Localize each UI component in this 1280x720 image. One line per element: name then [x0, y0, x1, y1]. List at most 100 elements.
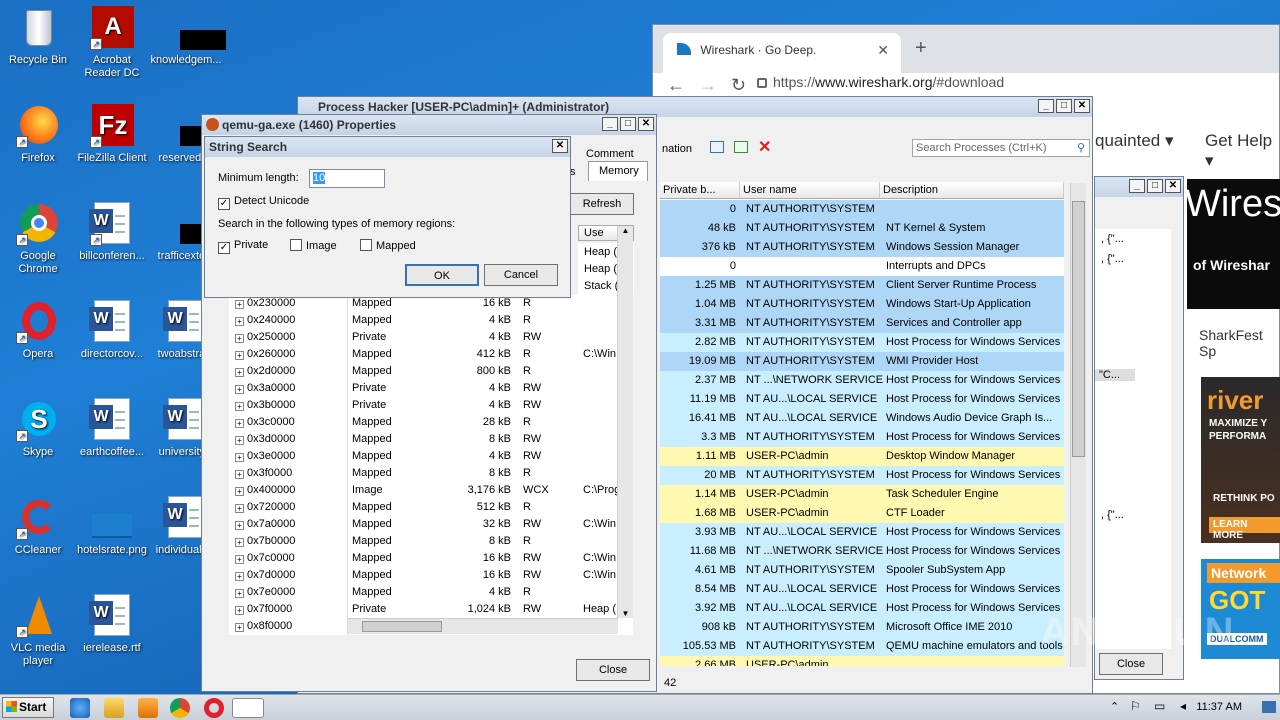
memory-row[interactable]: +0x3b0000 Private 4 kB RW [229, 397, 633, 414]
process-row[interactable]: 3.93 MB NT AU...\LOCAL SERVICE Host Proces… [660, 523, 1064, 542]
desktop-icon-opera[interactable]: ↗ Opera [0, 300, 76, 361]
maximize-button[interactable]: □ [1056, 99, 1072, 113]
process-row[interactable]: 3.92 MB NT AU...\LOCAL SERVICE Host Proces… [660, 599, 1064, 618]
tab-memory[interactable]: Memory [588, 161, 648, 181]
process-row[interactable]: 2.66 MB USER-PC\admin [660, 656, 1064, 666]
process-row[interactable]: 0 NT AUTHORITY\SYSTEM [660, 200, 1064, 219]
image-checkbox[interactable]: Image [290, 239, 337, 252]
desktop-icon-acrobat[interactable]: A ↗ Acrobat Reader DC [74, 6, 150, 80]
show-hidden-icons-icon[interactable]: ⌃ [1110, 700, 1119, 713]
process-row[interactable]: 105.53 MB NT AUTHORITY\SYSTEM QEMU machine… [660, 637, 1064, 656]
memory-list-hscrollbar[interactable] [348, 618, 618, 634]
opera-taskbar-icon[interactable] [204, 698, 224, 718]
memory-row[interactable]: +0x720000 Mapped 512 kB R [229, 499, 633, 516]
find-window-icon[interactable] [734, 141, 748, 153]
volume-icon[interactable]: ◂ [1180, 699, 1186, 713]
start-button[interactable]: Start [2, 697, 54, 718]
desktop-icon-knowledgem[interactable]: knowledgem... [148, 6, 226, 67]
process-row[interactable]: 0 Interrupts and DPCs [660, 257, 1064, 276]
minimize-button[interactable]: _ [602, 117, 618, 131]
process-row[interactable]: 4.61 MB NT AUTHORITY\SYSTEM Spooler SubSys… [660, 561, 1064, 580]
memory-row[interactable]: +0x3a0000 Private 4 kB RW [229, 380, 633, 397]
process-row[interactable]: 376 kB NT AUTHORITY\SYSTEM Windows Session… [660, 238, 1064, 257]
process-row[interactable]: 2.82 MB NT AUTHORITY\SYSTEM Host Process f… [660, 333, 1064, 352]
desktop-icon-filezilla[interactable]: Fz ↗ FileZilla Client [74, 104, 150, 165]
process-row[interactable]: 20 MB NT AUTHORITY\SYSTEM Host Process for… [660, 466, 1064, 485]
mapped-checkbox[interactable]: Mapped [360, 239, 416, 252]
process-row[interactable]: 8.54 MB NT AU...\LOCAL SERVICE Host Proces… [660, 580, 1064, 599]
detect-unicode-checkbox[interactable]: ✓ Detect Unicode [218, 195, 309, 210]
riverbed-ad[interactable]: river MAXIMIZE Y PERFORMA RETHINK PO LEAR… [1201, 377, 1280, 543]
close-button[interactable]: ✕ [1165, 179, 1181, 193]
memory-row[interactable]: +0x2d0000 Mapped 800 kB R [229, 363, 633, 380]
process-row[interactable]: 3.31 MB NT AUTHORITY\SYSTEM Services and C… [660, 314, 1064, 333]
toolbar-information-button[interactable]: nation [662, 143, 692, 155]
desktop-icon-recycle-bin[interactable]: Recycle Bin [0, 6, 76, 67]
nav-get-help[interactable]: Get Help ▾ [1205, 131, 1280, 171]
memory-row[interactable]: +0x7b0000 Mapped 8 kB R [229, 533, 633, 550]
back-arrow-icon[interactable]: ← [667, 75, 685, 96]
memory-row[interactable]: +0x3d0000 Mapped 8 kB RW [229, 431, 633, 448]
process-row[interactable]: 19.09 MB NT AUTHORITY\SYSTEM WMI Provider … [660, 352, 1064, 371]
window-icon[interactable] [710, 141, 724, 153]
ok-button[interactable]: OK [405, 264, 479, 286]
memory-row[interactable]: +0x260000 Mapped 412 kB R C:\Win [229, 346, 633, 363]
close-button[interactable]: ✕ [1074, 99, 1090, 113]
close-button[interactable]: Close [1099, 653, 1163, 675]
tab-comment[interactable]: Comment [586, 148, 634, 160]
desktop-icon-vlc[interactable]: ↗ VLC media player [0, 594, 76, 668]
memory-row[interactable]: +0x7e0000 Mapped 4 kB R [229, 584, 633, 601]
process-row[interactable]: 1.04 MB NT AUTHORITY\SYSTEM Windows Start-… [660, 295, 1064, 314]
file-explorer-icon[interactable] [104, 698, 124, 718]
memory-row[interactable]: +0x7f0000 Private 1,024 kB RW Heap (I [229, 601, 633, 618]
memory-row[interactable]: +0x240000 Mapped 4 kB R [229, 312, 633, 329]
tab-close-icon[interactable]: ✕ [877, 42, 889, 59]
show-desktop-icon[interactable] [1262, 701, 1276, 713]
column-description[interactable]: Description [880, 182, 1064, 199]
memory-row[interactable]: +0x3f0000 Mapped 8 kB R [229, 465, 633, 482]
media-player-icon[interactable] [138, 698, 158, 718]
minimize-button[interactable]: _ [1129, 179, 1145, 193]
memory-row[interactable]: +0x7c0000 Mapped 16 kB RW C:\Win [229, 550, 633, 567]
close-button[interactable]: ✕ [638, 117, 654, 131]
desktop-icon-ccleaner[interactable]: ↗ CCleaner [0, 496, 76, 557]
process-row[interactable]: 1.68 MB USER-PC\admin CTF Loader [660, 504, 1064, 523]
process-row[interactable]: 11.19 MB NT AU...\LOCAL SERVICE Host Proce… [660, 390, 1064, 409]
process-row[interactable]: 11.68 MB NT ...\NETWORK SERVICE Host Proce… [660, 542, 1064, 561]
close-button[interactable]: ✕ [552, 139, 568, 153]
desktop-icon-google-chrome[interactable]: ↗ Google Chrome [0, 202, 76, 276]
chrome-taskbar-icon[interactable] [170, 698, 190, 718]
min-length-input[interactable]: 10 [309, 169, 385, 188]
clock[interactable]: 11:37 AM [1196, 701, 1242, 713]
memory-row[interactable]: +0x400000 Image 3,176 kB WCX C:\Prog [229, 482, 633, 499]
process-row[interactable]: 2.37 MB NT ...\NETWORK SERVICE Host Proces… [660, 371, 1064, 390]
new-tab-button[interactable]: + [915, 37, 927, 60]
reload-icon[interactable]: ↻ [731, 75, 746, 96]
maximize-button[interactable]: □ [1147, 179, 1163, 193]
private-checkbox[interactable]: ✓ Private [218, 239, 268, 254]
search-processes-input[interactable]: Search Processes (Ctrl+K) ⚲ [912, 139, 1090, 157]
maximize-button[interactable]: □ [620, 117, 636, 131]
memory-row[interactable]: +0x3e0000 Mapped 4 kB RW [229, 448, 633, 465]
network-icon[interactable]: ▭ [1154, 699, 1165, 713]
address-bar[interactable]: https://www.wireshark.org/#download [773, 74, 1004, 90]
memory-row[interactable]: +0x3c0000 Mapped 28 kB R [229, 414, 633, 431]
process-row[interactable]: 1.14 MB USER-PC\admin Task Scheduler Engin… [660, 485, 1064, 504]
refresh-button[interactable]: Refresh [570, 193, 634, 215]
column-user-name[interactable]: User name [740, 182, 880, 199]
desktop-icon-hotelsrate[interactable]: hotelsrate.png [74, 496, 150, 557]
column-private-bytes[interactable]: Private b... [660, 182, 740, 199]
process-row[interactable]: 48 kB NT AUTHORITY\SYSTEM NT Kernel & Syst… [660, 219, 1064, 238]
memory-list-scrollbar[interactable]: ▲ ▼ [617, 226, 633, 618]
process-row[interactable]: 3.3 MB NT AUTHORITY\SYSTEM Host Process fo… [660, 428, 1064, 447]
desktop-icon-billconferen[interactable]: W ↗ billconferen... [74, 202, 150, 263]
process-list-scrollbar[interactable] [1070, 183, 1086, 667]
process-row[interactable]: 1.11 MB USER-PC\admin Desktop Window Manag… [660, 447, 1064, 466]
process-row[interactable]: 1.25 MB NT AUTHORITY\SYSTEM Client Server … [660, 276, 1064, 295]
minimize-button[interactable]: _ [1038, 99, 1054, 113]
desktop-icon-ierelease[interactable]: W ierelease.rtf [74, 594, 150, 655]
memory-row[interactable]: +0x7a0000 Mapped 32 kB RW C:\Win [229, 516, 633, 533]
terminate-icon[interactable]: ✕ [758, 137, 771, 157]
action-center-icon[interactable]: ⚐ [1130, 699, 1141, 713]
memory-row[interactable]: +0x7d0000 Mapped 16 kB RW C:\Win [229, 567, 633, 584]
